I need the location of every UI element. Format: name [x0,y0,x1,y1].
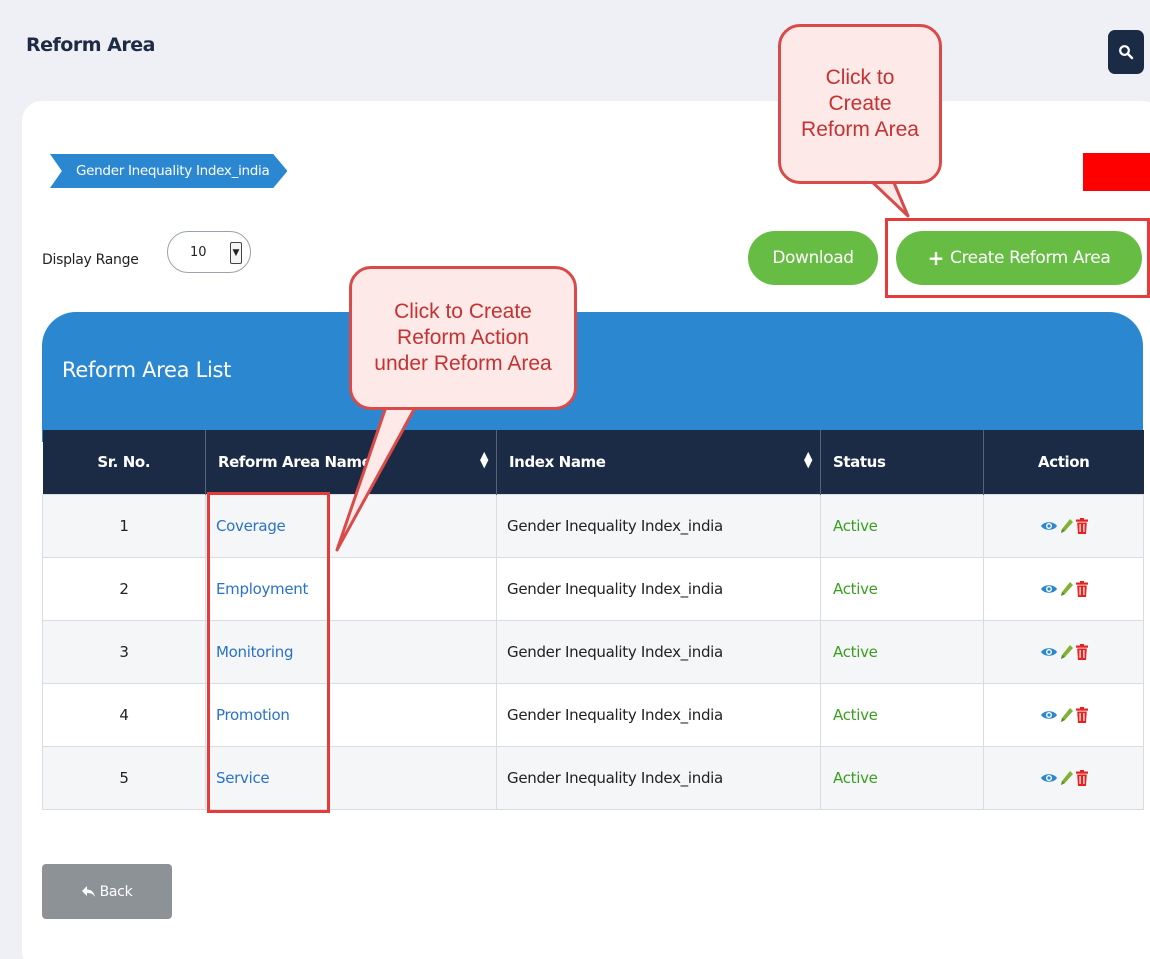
cell-sr-no: 3 [42,619,206,684]
trash-icon[interactable] [1075,580,1088,597]
cell-actions [983,682,1144,747]
create-button-highlight [885,218,1150,298]
cell-index-name: Gender Inequality Index_india [496,619,821,684]
trash-icon[interactable] [1075,517,1088,534]
row-actions [984,769,1143,786]
pencil-icon[interactable] [1060,644,1074,660]
cell-sr-no: 1 [42,493,206,558]
search-button[interactable] [1108,30,1144,74]
cell-sr-no: 5 [42,745,206,810]
cell-actions [983,745,1144,810]
trash-icon[interactable] [1075,706,1088,723]
cell-actions [983,619,1144,684]
page-title: Reform Area [26,34,155,56]
trash-icon[interactable] [1075,643,1088,660]
download-button-label: Download [772,248,854,268]
display-range-label: Display Range [42,252,139,268]
callout-line: Click to Create [394,300,532,323]
callout-line: Reform Action [397,326,529,349]
cell-actions [983,493,1144,558]
reform-names-highlight [207,492,330,813]
list-title: Reform Area List [62,358,232,382]
pencil-icon[interactable] [1060,581,1074,597]
callout-create-reform-action: Click to Create Reform Action under Refo… [349,266,577,410]
callout-line: Reform Area [801,118,919,141]
trash-icon[interactable] [1075,769,1088,786]
row-actions [984,517,1143,534]
cell-status: Active [820,619,984,684]
row-actions [984,580,1143,597]
cell-sr-no: 4 [42,682,206,747]
callout-line: Create [828,92,892,115]
eye-icon[interactable] [1040,708,1058,722]
breadcrumb: Gender Inequality Index_india [50,154,288,188]
back-button-label: Back [99,883,133,900]
download-button[interactable]: Download [748,231,878,285]
cell-status: Active [820,682,984,747]
column-header-sr-no: Sr. No. [42,430,206,494]
eye-icon[interactable] [1040,519,1058,533]
column-header-status: Status [820,430,984,494]
eye-icon[interactable] [1040,771,1058,785]
callout-pointer [335,402,421,552]
cell-actions [983,556,1144,621]
callout-line: under Reform Area [374,352,552,375]
eye-icon[interactable] [1040,582,1058,596]
cell-index-name: Gender Inequality Index_india [496,493,821,558]
table-header-row: Sr. No. Reform Area Name ▲ ▼ Index Name ▲… [42,430,1144,494]
page-header: Reform Area [0,0,1150,100]
pencil-icon[interactable] [1060,518,1074,534]
display-range-select[interactable]: 10 ▼ [167,231,251,273]
pencil-icon[interactable] [1060,707,1074,723]
cell-status: Active [820,745,984,810]
chevron-down-icon: ▼ [230,242,242,264]
red-marker [1083,153,1150,191]
cell-status: Active [820,493,984,558]
cell-index-name: Gender Inequality Index_india [496,556,821,621]
cell-index-name: Gender Inequality Index_india [496,682,821,747]
back-button[interactable]: Back [42,864,172,919]
breadcrumb-item-index[interactable]: Gender Inequality Index_india [50,154,288,188]
display-range-value: 10 [190,244,207,260]
sort-icon[interactable]: ▲ ▼ [480,450,488,469]
cell-sr-no: 2 [42,556,206,621]
eye-icon[interactable] [1040,645,1058,659]
search-icon [1119,45,1134,60]
row-actions [984,706,1143,723]
callout-line: Click to [825,66,895,89]
cell-status: Active [820,556,984,621]
cell-index-name: Gender Inequality Index_india [496,745,821,810]
sort-icon[interactable]: ▲ ▼ [804,450,812,469]
column-header-label: Index Name [509,452,606,471]
reply-icon [81,885,95,897]
row-actions [984,643,1143,660]
column-header-index-name[interactable]: Index Name ▲ ▼ [496,430,821,494]
column-header-action: Action [983,430,1144,494]
callout-create-reform-area: Click to Create Reform Area [778,24,942,184]
pencil-icon[interactable] [1060,770,1074,786]
